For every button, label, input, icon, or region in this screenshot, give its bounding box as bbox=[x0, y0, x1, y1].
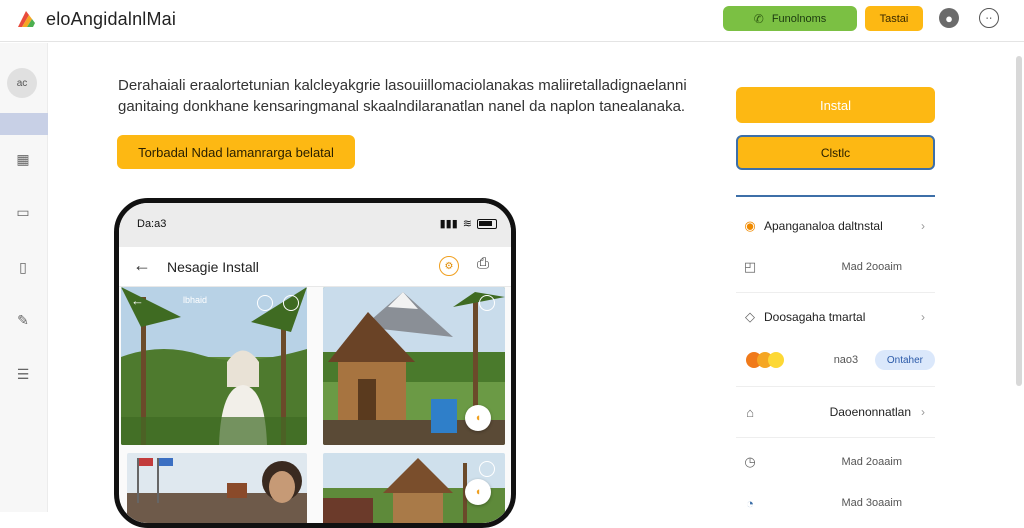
row-meta-3: ◔ Mad 3oaaim bbox=[736, 488, 935, 518]
brand-name: eloAngidalnlMai bbox=[46, 9, 177, 29]
tile-action-icon[interactable]: ◖ bbox=[465, 405, 491, 431]
row-sub: Mad 2oaaim bbox=[841, 456, 902, 468]
scrollbar[interactable] bbox=[1016, 56, 1022, 386]
tile-back-icon[interactable]: ← bbox=[131, 293, 144, 308]
row-label: Apanganaloa daltnstal bbox=[764, 219, 883, 233]
row-option-1[interactable]: ◉ Apanganaloa daltnstal › bbox=[736, 211, 935, 241]
chevron-right-icon: › bbox=[921, 310, 925, 324]
tile-play-icon[interactable] bbox=[257, 295, 273, 311]
tile-menu-icon-2[interactable] bbox=[479, 461, 495, 477]
panel-divider bbox=[736, 195, 935, 197]
phone-status-bar: Da:a3 ▮▮▮ ≋ bbox=[119, 203, 511, 247]
clock2-icon: ◔ bbox=[746, 495, 754, 511]
grid-icon[interactable]: ▦ bbox=[14, 150, 32, 168]
tile-menu-icon[interactable] bbox=[479, 295, 495, 311]
sidebar-active-item[interactable] bbox=[0, 113, 48, 135]
test-button[interactable]: Tastai bbox=[865, 6, 923, 31]
share-icon[interactable]: ⎙ bbox=[477, 255, 489, 272]
functions-button[interactable]: ✆ Funolnoms bbox=[723, 6, 857, 31]
tile-clock-icon[interactable] bbox=[283, 295, 299, 311]
toggle-dots-icon bbox=[746, 352, 784, 368]
battery-icon bbox=[477, 218, 497, 229]
install-button[interactable]: Instal bbox=[736, 87, 935, 123]
top-bar: eloAngidalnlMai ✆ Funolnoms Tastai ● ⋅⋅ bbox=[0, 0, 1024, 42]
tile-label: lbhaid bbox=[183, 295, 208, 305]
chevron-right-icon: › bbox=[921, 219, 925, 233]
secondary-button[interactable]: Clstlc bbox=[736, 135, 935, 170]
clock-icon: ◷ bbox=[744, 454, 756, 469]
settings-icon[interactable]: ⚙ bbox=[439, 256, 459, 276]
diamond-icon: ◇ bbox=[745, 309, 755, 324]
separator bbox=[736, 386, 935, 387]
chevron-right-icon: › bbox=[921, 405, 925, 419]
sidebar: ac ▦ ▭ ▯ ✎ ☰ bbox=[0, 43, 48, 512]
tile-action-icon-2[interactable]: ◖ bbox=[465, 479, 491, 505]
description-text: Derahaiali eraalortetunian kalcleyakgrie… bbox=[118, 77, 687, 115]
separator bbox=[736, 437, 935, 438]
row-option-3[interactable]: ⌂ Daoenonnatlan › bbox=[736, 397, 935, 427]
circle-orange-icon: ◉ bbox=[744, 218, 756, 233]
wifi-icon: ≋ bbox=[462, 218, 472, 230]
card-icon[interactable]: ▯ bbox=[14, 258, 32, 276]
avatar[interactable]: ac bbox=[7, 68, 37, 98]
row-sub: Mad 2ooaim bbox=[841, 261, 902, 273]
tile-woman-forest[interactable]: lbhaid ← bbox=[121, 287, 307, 445]
row-sub: Mad 3oaaim bbox=[841, 497, 902, 509]
tile-market[interactable]: ◖ bbox=[323, 453, 505, 523]
row-label: Daoenonnatlan bbox=[829, 405, 911, 419]
tile-village-hut[interactable]: ◖ bbox=[323, 287, 505, 445]
row-label: Doosagaha tmartal bbox=[764, 310, 866, 324]
edit-icon[interactable]: ✎ bbox=[14, 311, 32, 329]
list-icon[interactable]: ☰ bbox=[14, 365, 32, 383]
app-logo-icon[interactable] bbox=[16, 9, 36, 29]
back-arrow-icon[interactable]: ← bbox=[133, 255, 151, 276]
other-pill-button[interactable]: Ontaher bbox=[874, 350, 935, 370]
row-meta-2: ◷ Mad 2oaaim bbox=[736, 447, 935, 477]
square-icon: ◰ bbox=[743, 259, 757, 274]
row-option-2[interactable]: ◇ Doosagaha tmartal › bbox=[736, 302, 935, 332]
user-icon[interactable]: ● bbox=[939, 8, 959, 28]
row-meta-1: ◰ Mad 2ooaim bbox=[736, 252, 935, 282]
phone-title: Nesagie Install bbox=[167, 259, 259, 275]
phone-icon: ✆ bbox=[753, 11, 764, 26]
phone-mockup: Da:a3 ▮▮▮ ≋ ← Nesagie Install ⚙ ⎙ lbhaid… bbox=[114, 198, 516, 528]
face-icon[interactable]: ⋅⋅ bbox=[979, 8, 999, 28]
separator bbox=[736, 292, 935, 293]
tile-crowd[interactable] bbox=[127, 453, 307, 523]
row-toggle[interactable]: nao3 Ontaher bbox=[736, 345, 935, 375]
row-sub: nao3 bbox=[833, 354, 859, 366]
building-icon: ⌂ bbox=[746, 404, 754, 420]
functions-button-label: Funolnoms bbox=[771, 12, 827, 25]
folder-icon[interactable]: ▭ bbox=[14, 203, 32, 221]
signal-icon: ▮▮▮ bbox=[439, 218, 458, 230]
phone-time: Da:a3 bbox=[137, 218, 167, 230]
primary-cta-button[interactable]: Torbadal Ndad lamanrarga belatal bbox=[117, 135, 355, 169]
phone-signal: ▮▮▮ ≋ bbox=[440, 217, 497, 230]
phone-header: ← Nesagie Install ⚙ ⎙ bbox=[119, 247, 511, 287]
